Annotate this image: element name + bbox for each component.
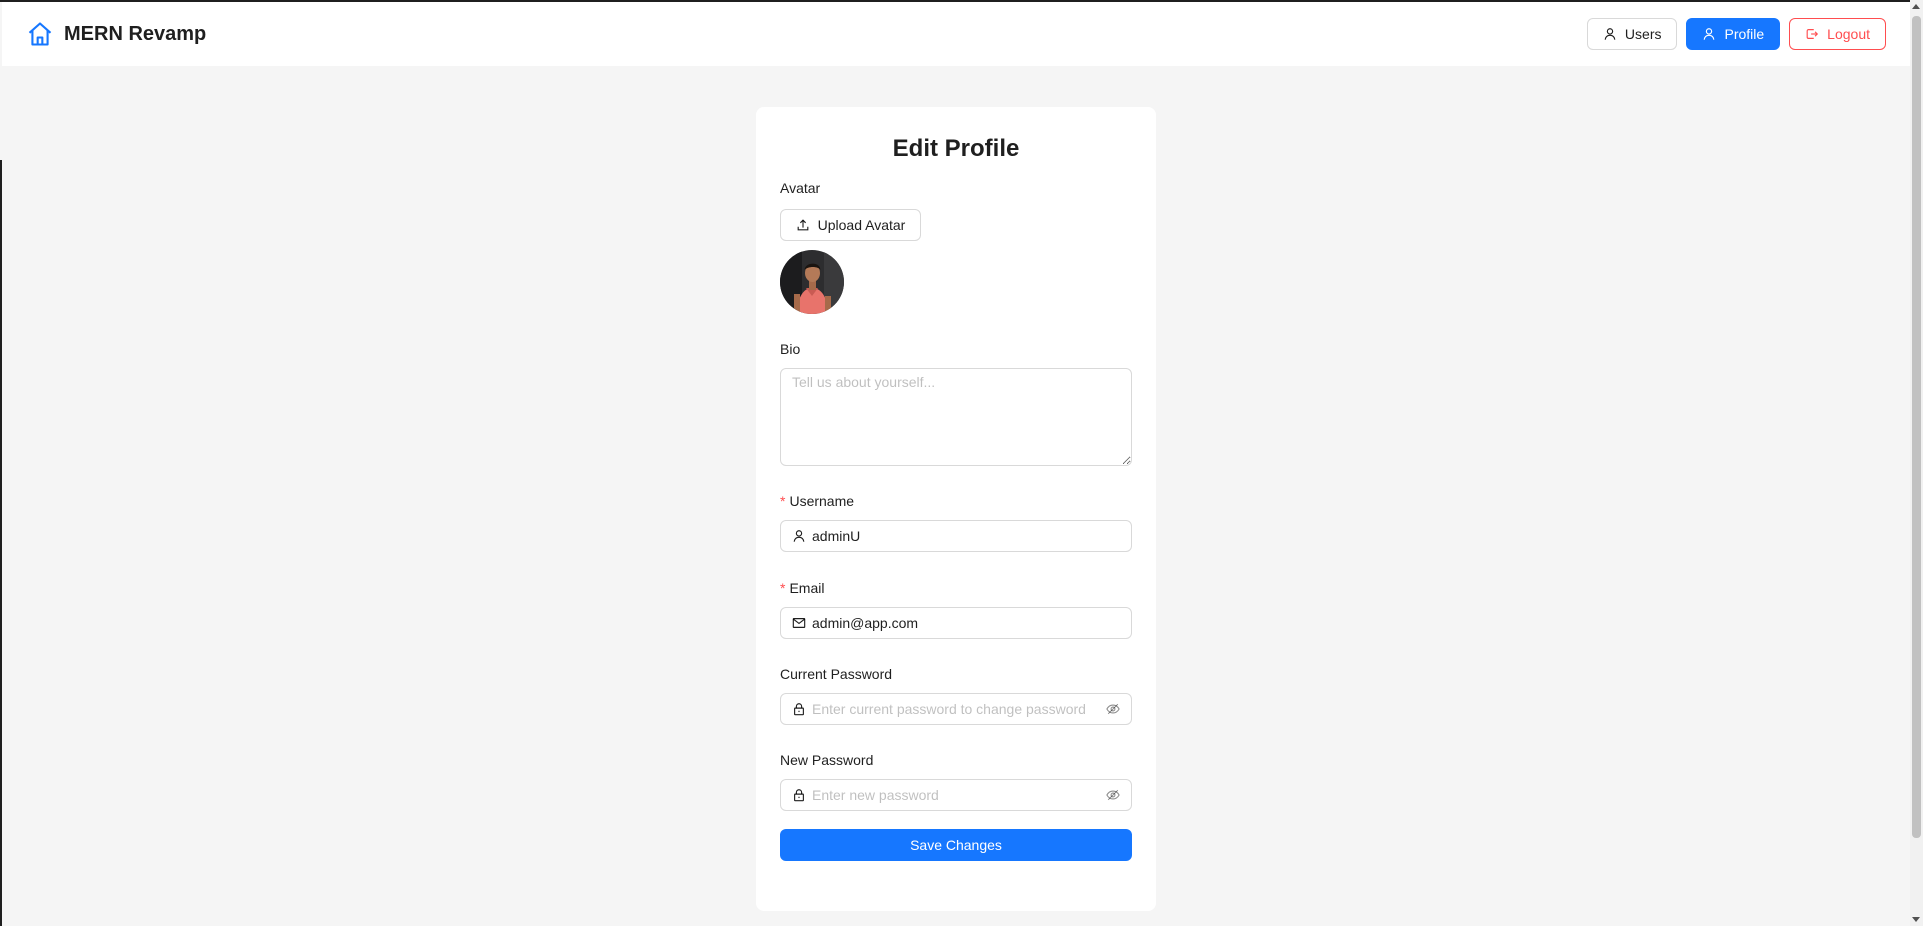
upload-avatar-label: Upload Avatar [817, 217, 906, 233]
users-button[interactable]: Users [1586, 18, 1678, 50]
current-password-input[interactable] [812, 694, 1102, 724]
lock-icon [794, 703, 804, 716]
current-password-label: Current Password [780, 666, 893, 682]
home-icon [28, 22, 52, 46]
form-actions: Save Changes [780, 805, 1132, 861]
bio-field: Bio [780, 338, 1132, 466]
new-password-field: New Password [780, 749, 1132, 811]
logout-button-label: Logout [1827, 26, 1870, 42]
upload-icon [797, 219, 809, 231]
username-label: * Username [780, 490, 1132, 512]
user-icon [793, 530, 805, 542]
brand-title: MERN Revamp [64, 22, 207, 45]
required-mark: * [780, 580, 786, 596]
scroll-up-icon[interactable] [1912, 4, 1920, 9]
username-label-text: Username [789, 493, 855, 509]
email-input[interactable] [812, 608, 1120, 638]
bio-label: Bio [780, 341, 801, 357]
eye-invisible-icon[interactable] [1106, 702, 1120, 716]
scroll-thumb[interactable] [1912, 16, 1921, 838]
avatar-label: Avatar [780, 180, 821, 196]
email-field: * Email [780, 577, 1132, 639]
page-title: Edit Profile [892, 135, 1020, 162]
window-left-border [0, 160, 2, 926]
email-label: * Email [780, 577, 1132, 599]
lock-icon [794, 789, 804, 802]
email-input-wrapper[interactable] [780, 607, 1132, 639]
brand[interactable]: MERN Revamp [26, 20, 206, 48]
logout-icon [1806, 29, 1819, 39]
new-password-label: New Password [780, 752, 874, 768]
logout-button[interactable]: Logout [1789, 18, 1886, 50]
avatar [780, 250, 844, 314]
edit-profile-card: Edit Profile Avatar Upload Avatar Bio Te… [756, 107, 1156, 911]
profile-button-label: Profile [1724, 26, 1765, 42]
users-button-label: Users [1624, 26, 1662, 42]
user-icon [1704, 28, 1715, 40]
page-scrollbar[interactable] [1910, 0, 1923, 926]
avatar-photo [780, 250, 844, 314]
profile-button[interactable]: Profile [1686, 18, 1781, 50]
email-label-text: Email [789, 580, 825, 596]
username-input-wrapper[interactable] [780, 520, 1132, 552]
username-field: * Username [780, 490, 1132, 552]
username-input[interactable] [812, 521, 1120, 551]
required-mark: * [780, 493, 786, 509]
current-password-field: Current Password [780, 663, 1132, 725]
upload-avatar-button[interactable]: Upload Avatar [780, 209, 921, 241]
user-icon [1604, 28, 1616, 40]
top-nav: Users Profile Logout [1586, 18, 1886, 50]
mail-icon [792, 618, 806, 628]
scroll-down-icon[interactable] [1912, 917, 1920, 922]
bio-textarea[interactable] [780, 368, 1132, 466]
eye-invisible-icon[interactable] [1106, 788, 1120, 802]
avatar-field: Avatar Upload Avatar [780, 177, 921, 314]
app-header: MERN Revamp Users Profile Logout [2, 2, 1910, 66]
save-changes-button[interactable]: Save Changes [780, 829, 1132, 861]
current-password-input-wrapper[interactable] [780, 693, 1132, 725]
